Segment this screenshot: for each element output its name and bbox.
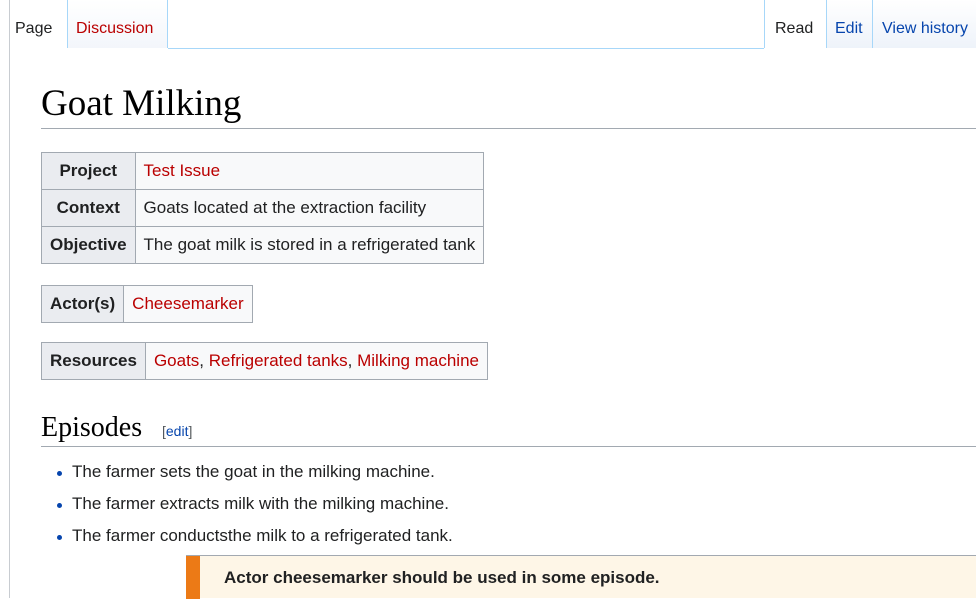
section-edit: [edit] [162, 423, 192, 439]
actor-value-cell: Cheesemarker [123, 285, 253, 323]
page-tabs: Page Discussion Read Edit View history [0, 0, 976, 50]
list-item: The farmer conductsthe milk to a refrige… [52, 520, 453, 552]
resources-label: Resources [41, 342, 146, 380]
table-row: Resources Goats, Refrigerated tanks, Mil… [41, 342, 489, 380]
episode-text: The farmer extracts milk with the milkin… [72, 494, 449, 513]
tab-read[interactable]: Read [764, 0, 826, 48]
actor-link-cheesemarker[interactable]: Cheesemarker [132, 294, 244, 313]
objective-label: Objective [41, 226, 136, 264]
tab-page[interactable]: Page [15, 0, 67, 48]
project-info-table: Project Test Issue Context Goats located… [41, 152, 485, 264]
table-row: Project Test Issue [41, 152, 485, 190]
tab-edit[interactable]: Edit [826, 0, 872, 48]
list-item: The farmer sets the goat in the milking … [52, 456, 453, 488]
list-item: The farmer extracts milk with the milkin… [52, 488, 453, 520]
resources-value-cell: Goats, Refrigerated tanks, Milking machi… [144, 342, 489, 380]
warning-message: Actor cheesemarker should be used in som… [224, 568, 660, 587]
page-title: Goat Milking [41, 83, 242, 124]
resource-link-refrigerated-tanks[interactable]: Refrigerated tanks [209, 351, 348, 370]
resources-table: Resources Goats, Refrigerated tanks, Mil… [41, 342, 489, 380]
bullet-icon [57, 471, 62, 476]
section-edit-link[interactable]: edit [166, 423, 189, 439]
actor-table: Actor(s) Cheesemarker [40, 285, 253, 323]
bullet-icon [57, 503, 62, 508]
warning-box: Actor cheesemarker should be used in som… [186, 555, 976, 599]
episode-text: The farmer sets the goat in the milking … [72, 462, 435, 481]
project-label: Project [41, 152, 136, 190]
resource-link-goats[interactable]: Goats [154, 351, 199, 370]
actor-label: Actor(s) [40, 285, 125, 323]
episodes-list: The farmer sets the goat in the milking … [52, 456, 453, 552]
tabs-divider [168, 48, 764, 49]
page-frame-border [9, 0, 10, 598]
title-divider [41, 128, 976, 129]
table-row: Context Goats located at the extraction … [41, 189, 485, 227]
resource-separator: , [199, 351, 209, 370]
resource-link-milking-machine[interactable]: Milking machine [357, 351, 479, 370]
context-label: Context [41, 189, 136, 227]
episodes-divider [41, 446, 976, 447]
table-row: Objective The goat milk is stored in a r… [41, 226, 485, 264]
objective-value: The goat milk is stored in a refrigerate… [134, 226, 485, 264]
tab-view-history[interactable]: View history [872, 0, 976, 48]
edit-bracket-close: ] [188, 423, 193, 439]
project-value-cell: Test Issue [134, 152, 485, 190]
tab-discussion[interactable]: Discussion [67, 0, 168, 48]
warning-accent-bar [186, 556, 200, 599]
project-link[interactable]: Test Issue [144, 161, 221, 180]
episode-text: The farmer conductsthe milk to a refrige… [72, 526, 453, 545]
resource-separator: , [347, 351, 358, 370]
context-value: Goats located at the extraction facility [134, 189, 485, 227]
episodes-heading: Episodes [41, 412, 143, 443]
table-row: Actor(s) Cheesemarker [40, 285, 253, 323]
bullet-icon [57, 535, 62, 540]
